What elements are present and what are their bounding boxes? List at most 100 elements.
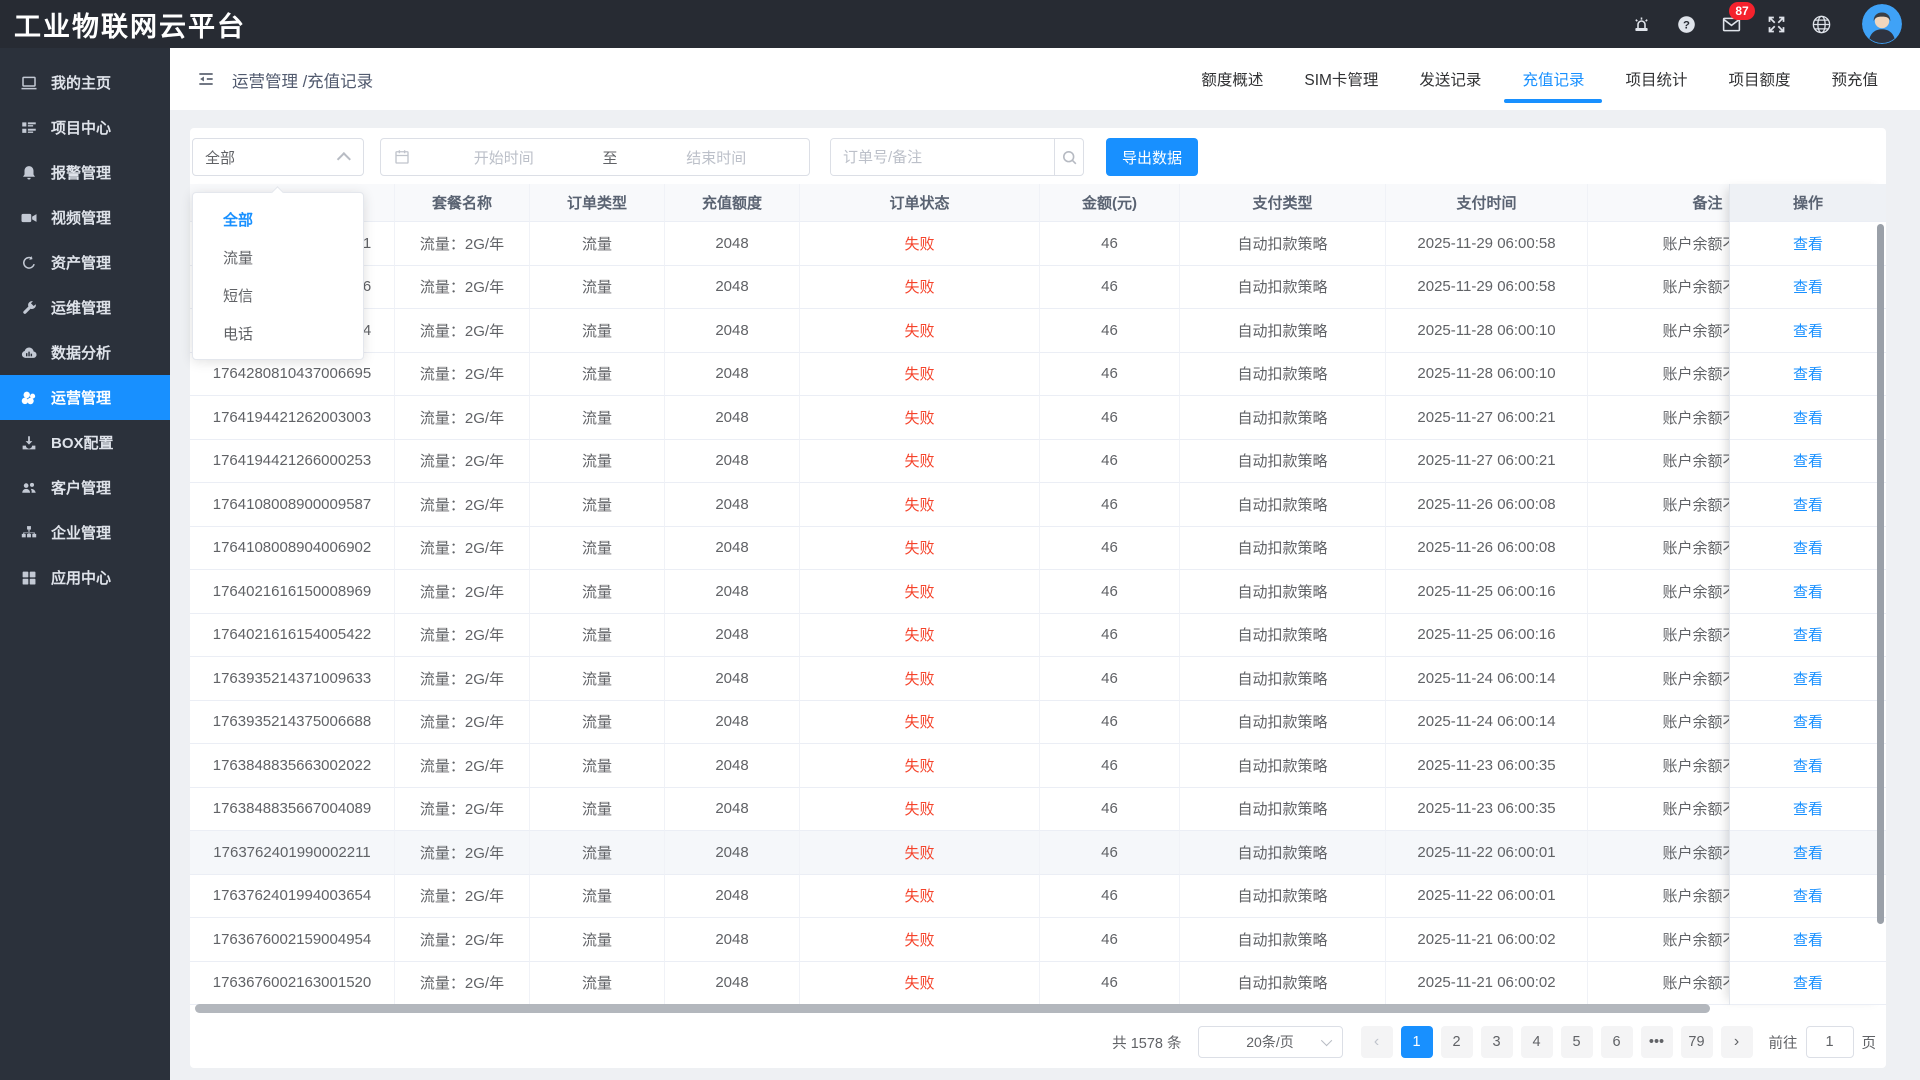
globe-icon[interactable] <box>1811 14 1832 35</box>
cell-order-type: 流量 <box>530 875 665 919</box>
sidebar-item-box-config[interactable]: BOX配置 <box>0 420 170 465</box>
page-button-2[interactable]: 2 <box>1441 1026 1473 1058</box>
order-search-input[interactable] <box>831 139 1054 175</box>
date-range-picker[interactable]: 开始时间 至 结束时间 <box>380 138 810 176</box>
dropdown-option[interactable]: 电话 <box>193 314 363 352</box>
vertical-scrollbar[interactable] <box>1877 224 1884 924</box>
view-link[interactable]: 查看 <box>1793 842 1823 863</box>
order-type-select[interactable]: 全部 <box>192 138 364 176</box>
page-button-79[interactable]: 79 <box>1681 1026 1713 1058</box>
cell-pay-type: 自动扣款策略 <box>1180 396 1386 440</box>
goto-page-input[interactable] <box>1806 1026 1854 1058</box>
prev-page-button[interactable]: ‹ <box>1361 1026 1393 1058</box>
view-link[interactable]: 查看 <box>1793 494 1823 515</box>
cell-status: 失败 <box>800 962 1040 1006</box>
view-link[interactable]: 查看 <box>1793 450 1823 471</box>
cell-amount: 46 <box>1040 353 1180 397</box>
fullscreen-icon[interactable] <box>1766 14 1787 35</box>
cell-package-name: 流量：2G/年 <box>395 570 530 614</box>
table-row: 1763676002163001520流量：2G/年流量2048失败46自动扣款… <box>190 962 1828 1006</box>
sidebar-item-customer-mgmt[interactable]: 客户管理 <box>0 465 170 510</box>
search-icon[interactable] <box>1054 139 1083 175</box>
view-link[interactable]: 查看 <box>1793 581 1823 602</box>
cell-amount: 46 <box>1040 266 1180 310</box>
view-link[interactable]: 查看 <box>1793 885 1823 906</box>
sidebar-item-video-mgmt[interactable]: 视频管理 <box>0 195 170 240</box>
table-row: 1764021616154005422流量：2G/年流量2048失败46自动扣款… <box>190 614 1828 658</box>
help-icon[interactable]: ? <box>1676 14 1697 35</box>
table-row: 1763935214375006688流量：2G/年流量2048失败46自动扣款… <box>190 701 1828 745</box>
view-link[interactable]: 查看 <box>1793 407 1823 428</box>
export-data-button[interactable]: 导出数据 <box>1106 138 1198 176</box>
view-link[interactable]: 查看 <box>1793 755 1823 776</box>
collapse-menu-icon[interactable] <box>196 69 216 89</box>
cell-pay-time: 2025-11-29 06:00:58 <box>1386 222 1588 266</box>
sidebar-item-operation-mgmt[interactable]: 运营管理 <box>0 375 170 420</box>
cell-package-name: 流量：2G/年 <box>395 918 530 962</box>
cell-pay-type: 自动扣款策略 <box>1180 222 1386 266</box>
cell-status: 失败 <box>800 353 1040 397</box>
sidebar-item-project-center[interactable]: 项目中心 <box>0 105 170 150</box>
page-button-1[interactable]: 1 <box>1401 1026 1433 1058</box>
cell-order-no: 1764108008900009587 <box>190 483 395 527</box>
view-link[interactable]: 查看 <box>1793 929 1823 950</box>
sidebar-item-app-center[interactable]: 应用中心 <box>0 555 170 600</box>
more-pages-button[interactable]: ••• <box>1641 1026 1673 1058</box>
sidebar-item-label: BOX配置 <box>51 432 114 453</box>
page-button-4[interactable]: 4 <box>1521 1026 1553 1058</box>
view-link[interactable]: 查看 <box>1793 624 1823 645</box>
view-link[interactable]: 查看 <box>1793 233 1823 254</box>
sidebar-item-data-analysis[interactable]: 数据分析 <box>0 330 170 375</box>
view-link[interactable]: 查看 <box>1793 537 1823 558</box>
view-link[interactable]: 查看 <box>1793 668 1823 689</box>
view-link[interactable]: 查看 <box>1793 320 1823 341</box>
sidebar-item-home[interactable]: 我的主页 <box>0 60 170 105</box>
view-link[interactable]: 查看 <box>1793 972 1823 993</box>
alarm-icon[interactable] <box>1631 14 1652 35</box>
sidebar-item-asset-mgmt[interactable]: 资产管理 <box>0 240 170 285</box>
tab-project-quota[interactable]: 项目额度 <box>1726 48 1792 110</box>
mail-icon[interactable]: 87 <box>1721 14 1742 35</box>
recycle-icon <box>20 254 38 272</box>
cell-pay-type: 自动扣款策略 <box>1180 570 1386 614</box>
dropdown-option[interactable]: 流量 <box>193 238 363 276</box>
page-size-select[interactable]: 20条/页 <box>1198 1026 1343 1058</box>
page-button-3[interactable]: 3 <box>1481 1026 1513 1058</box>
page-button-5[interactable]: 5 <box>1561 1026 1593 1058</box>
table-row: 1763762401994003654流量：2G/年流量2048失败46自动扣款… <box>190 875 1828 919</box>
mail-badge: 87 <box>1729 2 1755 20</box>
action-cell: 查看 <box>1730 788 1886 832</box>
sidebar-item-label: 客户管理 <box>51 477 111 498</box>
tab-recharge-records[interactable]: 充值记录 <box>1520 48 1586 110</box>
tab-pre-recharge[interactable]: 预充值 <box>1829 48 1880 110</box>
action-cell: 查看 <box>1730 962 1886 1006</box>
sidebar-item-label: 数据分析 <box>51 342 111 363</box>
action-cell: 查看 <box>1730 222 1886 266</box>
page-button-6[interactable]: 6 <box>1601 1026 1633 1058</box>
sidebar-item-enterprise-mgmt[interactable]: 企业管理 <box>0 510 170 555</box>
pagination: 共 1578 条 20条/页 ‹ 123456•••79 › 前往 页 <box>1112 1022 1876 1062</box>
action-cell: 查看 <box>1730 396 1886 440</box>
fixed-action-column: 操作查看查看查看查看查看查看查看查看查看查看查看查看查看查看查看查看查看查看 <box>1729 184 1886 1005</box>
sidebar-item-alarm-mgmt[interactable]: 报警管理 <box>0 150 170 195</box>
date-range-separator: 至 <box>597 147 624 168</box>
table-row: 1764108008904006902流量：2G/年流量2048失败46自动扣款… <box>190 527 1828 571</box>
cell-package-name: 流量：2G/年 <box>395 875 530 919</box>
page-unit-label: 页 <box>1862 1032 1877 1053</box>
view-link[interactable]: 查看 <box>1793 798 1823 819</box>
cell-package-name: 流量：2G/年 <box>395 962 530 1006</box>
view-link[interactable]: 查看 <box>1793 711 1823 732</box>
tab-quota-overview[interactable]: 额度概述 <box>1199 48 1265 110</box>
view-link[interactable]: 查看 <box>1793 363 1823 384</box>
dropdown-option[interactable]: 全部 <box>193 200 363 238</box>
tab-sim-card-mgmt[interactable]: SIM卡管理 <box>1302 48 1380 110</box>
dropdown-option[interactable]: 短信 <box>193 276 363 314</box>
user-avatar[interactable] <box>1862 4 1902 44</box>
sidebar-item-ops-mgmt[interactable]: 运维管理 <box>0 285 170 330</box>
org-icon <box>20 524 38 542</box>
tab-project-stats[interactable]: 项目统计 <box>1623 48 1689 110</box>
view-link[interactable]: 查看 <box>1793 276 1823 297</box>
tab-send-records[interactable]: 发送记录 <box>1417 48 1483 110</box>
horizontal-scrollbar[interactable] <box>195 1004 1710 1013</box>
next-page-button[interactable]: › <box>1721 1026 1753 1058</box>
